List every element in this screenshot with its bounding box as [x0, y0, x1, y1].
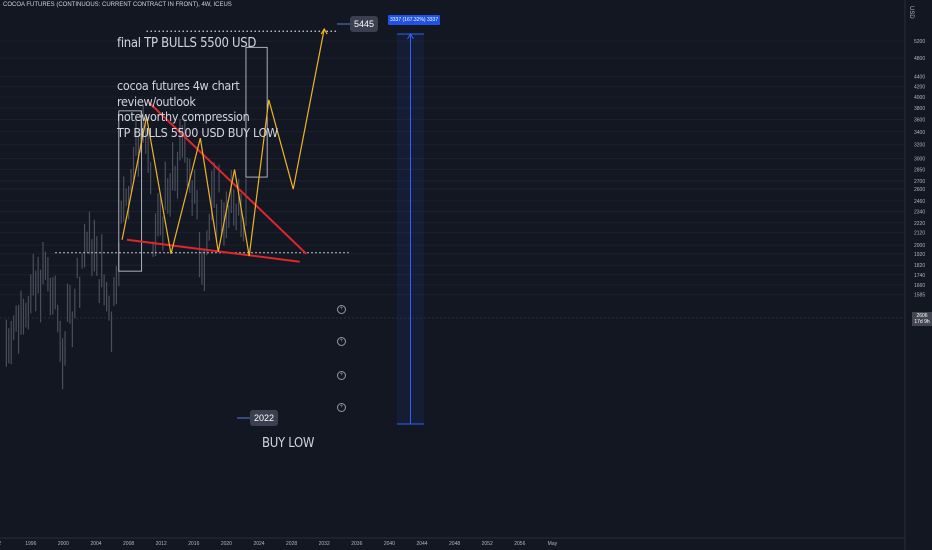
y-tick-label: 4800	[914, 56, 925, 62]
y-tick-label: 3400	[914, 130, 925, 136]
pattern-line	[121, 28, 325, 257]
y-tick-label: 2850	[914, 167, 925, 173]
y-tick-label: 1820	[914, 263, 925, 269]
note-line: review/outlook	[117, 93, 196, 109]
x-tick-label: 2056	[514, 541, 525, 547]
x-tick-label: 2012	[156, 541, 167, 547]
x-tick-label: 2028	[286, 541, 297, 547]
x-tick-label: 2000	[58, 541, 69, 547]
y-tick-label: 2700	[914, 179, 925, 185]
y-tick-label: 1660	[914, 283, 925, 289]
price-candles	[5, 104, 247, 390]
y-tick-label: 1585	[914, 293, 925, 299]
x-tick-label: May	[548, 541, 558, 547]
y-tick-label: 3000	[914, 157, 925, 163]
measure-label: 3337 (167.32%) 3337	[388, 15, 441, 25]
x-tick-label: 2008	[123, 541, 134, 547]
x-tick-label: 1996	[25, 541, 36, 547]
note-final-tp: final TP BULLS 5500 USD	[117, 36, 257, 51]
plus-circle-icon[interactable]: +	[337, 371, 346, 380]
x-tick-label: 2044	[416, 541, 427, 547]
y-tick-label: 1740	[914, 273, 925, 279]
y-tick-label: 5200	[914, 39, 925, 45]
x-tick-label: 2004	[90, 541, 101, 547]
y-tick-label: 2340	[914, 210, 925, 216]
plus-circle-icon[interactable]: +	[337, 337, 346, 346]
note-text-block: cocoa futures 4w chart review/outlook no…	[117, 78, 278, 140]
x-tick-label: 2020	[221, 541, 232, 547]
plus-circle-icon[interactable]: +	[337, 403, 346, 412]
y-tick-label: 2000	[914, 243, 925, 249]
y-tick-label: 2120	[914, 231, 925, 237]
x-tick-label: 2040	[384, 541, 395, 547]
y-tick-label: 4200	[914, 85, 925, 91]
y-tick-label: 2600	[914, 187, 925, 193]
note-line: cocoa futures 4w chart	[117, 78, 240, 93]
plus-circle-icon[interactable]: +	[337, 305, 346, 314]
note-line: TP BULLS 5500 USD BUY LOW	[117, 124, 278, 140]
y-tick-label: 3600	[914, 118, 925, 124]
y-tick-label: 2220	[914, 221, 925, 227]
y-tick-label: 4400	[914, 75, 925, 81]
buy-low-label: BUY LOW	[262, 436, 315, 451]
y-tick-label: 2460	[914, 199, 925, 205]
note-line: noteworthy compression	[117, 109, 250, 124]
x-tick-label: 2016	[188, 541, 199, 547]
low-price-tag[interactable]: 2022	[250, 410, 279, 426]
y-tick-label: 1920	[914, 252, 925, 258]
y-tick-label: 4000	[914, 95, 925, 101]
last-price-tag: 2606 17d 9h	[912, 312, 932, 326]
y-tick-label: 3800	[914, 106, 925, 112]
x-tick-label: 2032	[319, 541, 330, 547]
x-tick-label: 2048	[449, 541, 460, 547]
currency-label: USD	[908, 6, 914, 19]
x-tick-label: 92	[0, 541, 1, 547]
target-price-tag[interactable]: 5445	[350, 16, 379, 32]
x-tick-label: 2024	[253, 541, 264, 547]
last-price-countdown: 17d 9h	[914, 319, 930, 325]
x-tick-label: 2052	[482, 541, 493, 547]
chart-title: COCOA FUTURES (CONTINUOUS: CURRENT CONTR…	[3, 2, 232, 8]
y-tick-label: 3200	[914, 143, 925, 149]
x-tick-label: 2036	[351, 541, 362, 547]
